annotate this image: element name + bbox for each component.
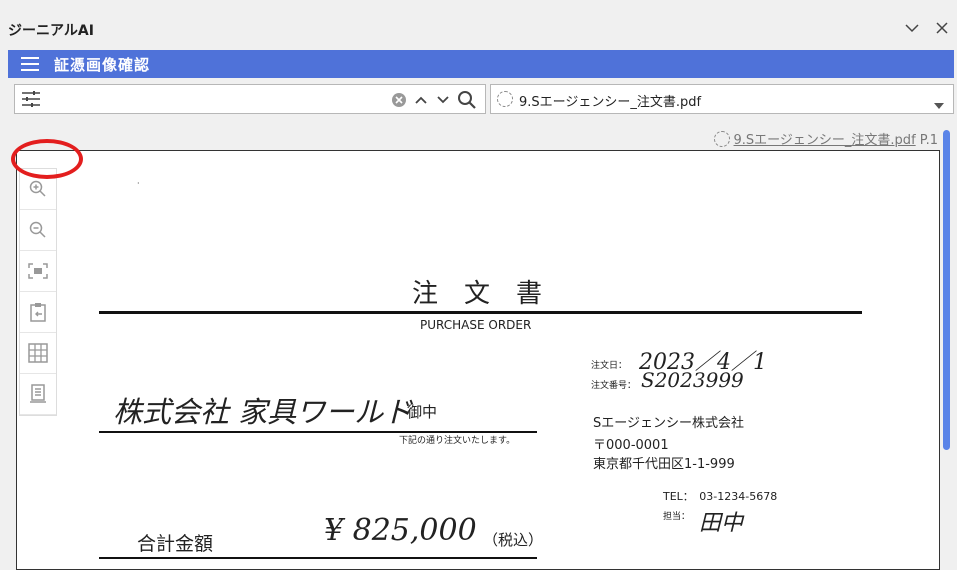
zoom-out-button[interactable]: [20, 210, 56, 251]
clipboard-icon: [30, 303, 46, 322]
search-input[interactable]: [14, 84, 486, 114]
page-title: 証憑画像確認: [54, 56, 151, 74]
zoom-out-icon: [29, 221, 46, 238]
header-bar: 証憑画像確認: [8, 50, 954, 78]
company-name: Sエージェンシー株式会社: [593, 416, 744, 431]
fit-page-button[interactable]: [20, 251, 56, 292]
table-button[interactable]: [20, 333, 56, 374]
total-value: ¥ 825,000: [324, 513, 477, 548]
grid-icon: [28, 343, 48, 363]
chevron-down-icon[interactable]: [435, 92, 451, 112]
address: 東京都千代田区1-1-999: [593, 457, 735, 472]
chevron-down-icon[interactable]: [902, 18, 922, 38]
document-viewer: 9.Sエージェンシー_注文書.pdf P.1 · 注 文 書 PURCHASE …: [8, 124, 954, 570]
chevron-up-icon[interactable]: [413, 92, 429, 112]
filter-icon[interactable]: [21, 90, 41, 112]
tax-note: （税込）: [483, 531, 544, 549]
window-titlebar: ジーニアルAI: [0, 0, 957, 48]
document-icon: [30, 384, 46, 403]
close-icon[interactable]: [932, 18, 952, 38]
file-status-icon: [713, 131, 730, 147]
total-underline: [99, 557, 537, 559]
highlight-annotation: [11, 139, 83, 179]
total-label: 合計金額: [137, 533, 214, 555]
order-no-label: 注文番号：: [591, 381, 637, 391]
document-button[interactable]: [20, 374, 56, 415]
page-info: 9.Sエージェンシー_注文書.pdf P.1: [713, 129, 938, 148]
recipient-suffix: 御中: [407, 403, 438, 421]
order-no-value: S2023999: [641, 368, 744, 392]
toolbar: 9.Sエージェンシー_注文書.pdf: [8, 78, 954, 122]
page-number: P.1: [919, 133, 938, 148]
speck: ·: [137, 179, 140, 188]
person-value: 田中: [699, 511, 744, 536]
postal-code: 〒000-0001: [593, 438, 669, 453]
document-page: · 注 文 書 PURCHASE ORDER 注文日： 2023／4／1 注文番…: [16, 150, 940, 570]
order-note: 下記の通り注文いたします。: [399, 436, 516, 446]
menu-icon[interactable]: [20, 56, 40, 72]
fit-screen-icon: [28, 263, 48, 279]
search-field[interactable]: [47, 89, 381, 111]
order-date-label: 注文日：: [591, 361, 628, 371]
clear-icon[interactable]: [391, 92, 407, 112]
zoom-in-icon: [29, 180, 46, 197]
zoom-toolbar: [19, 168, 57, 416]
file-status-icon: [497, 91, 513, 107]
file-select[interactable]: 9.Sエージェンシー_注文書.pdf: [490, 84, 954, 114]
person-label: 担当：: [663, 512, 691, 522]
file-select-value: 9.Sエージェンシー_注文書.pdf: [519, 95, 702, 110]
doc-title: 注 文 書: [412, 279, 543, 309]
title-underline: [99, 311, 862, 314]
telephone: TEL： 03-1234-5678: [663, 490, 778, 503]
file-link[interactable]: 9.Sエージェンシー_注文書.pdf: [734, 133, 916, 148]
app-title: ジーニアルAI: [8, 23, 94, 39]
dropdown-icon[interactable]: [933, 95, 945, 114]
recipient-name: 株式会社 家具ワールド: [113, 395, 413, 429]
vertical-scrollbar[interactable]: [943, 130, 950, 450]
paste-button[interactable]: [20, 292, 56, 333]
doc-subtitle: PURCHASE ORDER: [420, 318, 532, 332]
search-icon[interactable]: [457, 90, 477, 114]
